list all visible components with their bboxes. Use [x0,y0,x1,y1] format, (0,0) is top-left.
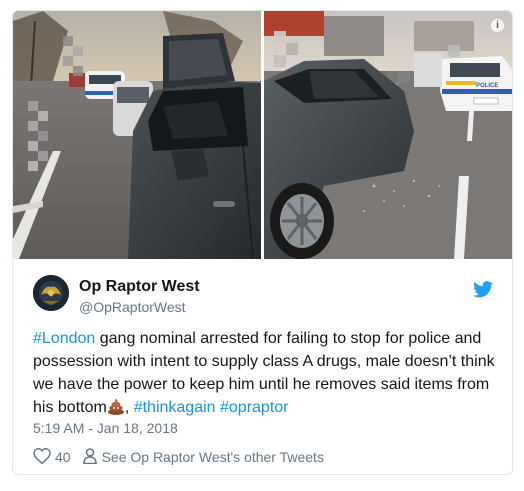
heart-icon[interactable] [33,447,51,467]
tweet-media[interactable]: POLICE i [13,11,512,259]
hashtag-thinkagain[interactable]: #thinkagain [134,399,216,416]
tweet-text: #London gang nominal arrested for failin… [33,327,498,422]
other-tweets-link[interactable]: See Op Raptor West's other Tweets [102,449,324,465]
like-count[interactable]: 40 [55,449,71,465]
info-icon[interactable]: i [491,19,504,32]
tweet-actions: 40 See Op Raptor West's other Tweets [33,447,324,467]
tweet-separator: , [124,399,134,416]
hashtag-opraptor[interactable]: #opraptor [220,399,289,416]
twitter-bird-icon[interactable] [473,281,493,303]
person-icon[interactable] [82,447,97,467]
avatar[interactable] [33,275,69,311]
author-name[interactable]: Op Raptor West [79,278,200,296]
tweet-header: Op Raptor West @OpRaptorWest [33,275,493,315]
hashtag-london[interactable]: #London [33,330,95,347]
photo-right[interactable]: POLICE i [264,11,512,259]
tweet-card: POLICE i Op Raptor West @OpRaptorWest #L… [12,10,513,475]
photo-left[interactable] [13,11,261,259]
author-handle[interactable]: @OpRaptorWest [79,299,186,315]
tweet-timestamp[interactable]: 5:19 AM - Jan 18, 2018 [33,420,178,436]
police-car-text: POLICE [476,83,498,89]
pile-of-poo-emoji [107,397,125,422]
